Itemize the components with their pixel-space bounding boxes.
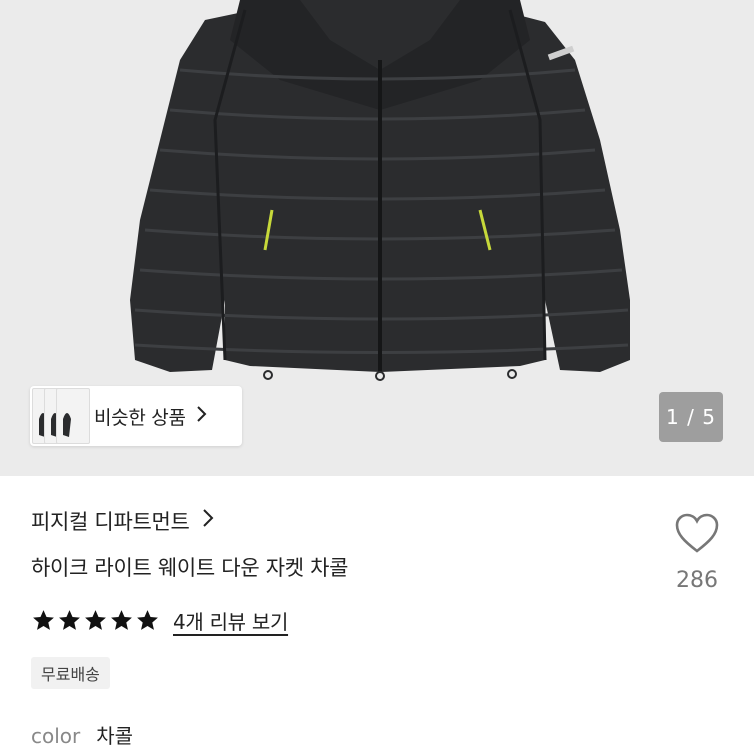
- star-filled-icon: [33, 610, 54, 630]
- chevron-right-icon: [196, 404, 208, 428]
- image-pager-indicator: 1 / 5: [659, 392, 723, 442]
- view-reviews-link[interactable]: 4개 리뷰 보기: [173, 606, 288, 635]
- brand-link[interactable]: 피지컬 디파트먼트: [31, 506, 214, 536]
- rating-row: 4개 리뷰 보기: [31, 606, 288, 635]
- similar-products-button[interactable]: 비슷한 상품: [30, 386, 242, 446]
- chevron-right-icon: [202, 508, 214, 534]
- free-shipping-badge: 무료배송: [31, 657, 110, 689]
- star-filled-icon: [85, 610, 106, 630]
- like-count: 286: [676, 568, 718, 593]
- similar-thumbnail: [56, 388, 90, 444]
- color-value: 차콜: [96, 724, 134, 748]
- rating-stars: [31, 608, 161, 633]
- star-filled-icon: [137, 610, 158, 630]
- heart-outline-icon: [675, 513, 719, 553]
- star-filled-icon: [111, 610, 132, 630]
- product-image-gallery[interactable]: 비슷한 상품 1 / 5: [0, 0, 754, 476]
- similar-thumbnails: [30, 386, 92, 446]
- color-option-row: color 차콜: [31, 720, 133, 749]
- product-title: 하이크 라이트 웨이트 다운 자켓 차콜: [31, 556, 349, 580]
- like-button[interactable]: 286: [670, 512, 724, 593]
- color-label: color: [31, 724, 81, 748]
- star-filled-icon: [59, 610, 80, 630]
- brand-name: 피지컬 디파트먼트: [31, 510, 190, 534]
- similar-products-label: 비슷한 상품: [94, 406, 186, 429]
